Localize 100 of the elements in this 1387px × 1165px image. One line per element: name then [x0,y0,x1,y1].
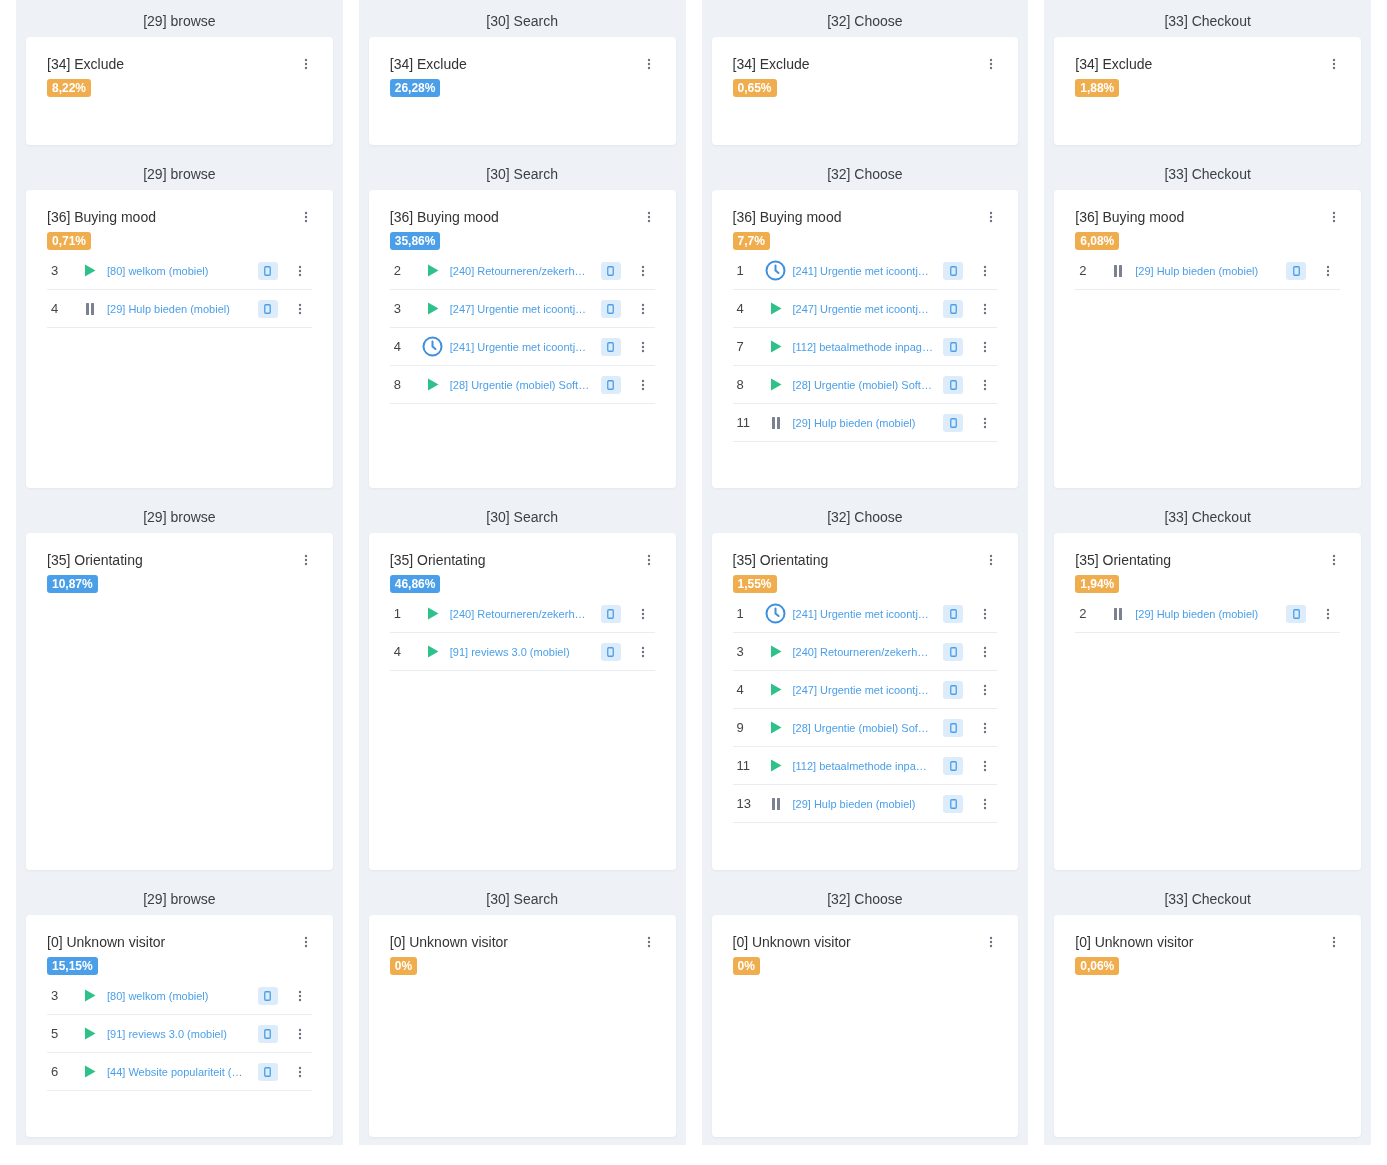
campaign-link[interactable]: [28] Urgentie (mobiel) Sof… [792,720,944,735]
mobile-device-icon [257,261,278,280]
row-options-icon[interactable] [1326,264,1330,277]
more-options-icon[interactable] [989,936,994,948]
row-options-icon[interactable] [297,302,302,315]
more-options-icon[interactable] [646,58,651,70]
stage-title: [29] browse [142,508,217,527]
more-options-icon[interactable] [1332,211,1336,223]
mobile-device-icon [257,299,278,318]
campaign-link[interactable]: [241] Urgentie met icoontj… [449,339,601,354]
step-number: 5 [50,1024,60,1043]
campaign-link[interactable]: [29] Hulp bieden (mobiel) [792,415,944,430]
campaign-link[interactable]: [240] Retourneren/zekerh… [449,263,601,278]
row-options-icon[interactable] [297,1027,302,1040]
more-options-icon[interactable] [646,554,651,566]
row-options-icon[interactable] [640,302,645,315]
campaign-link[interactable]: [29] Hulp bieden (mobiel) [107,301,258,316]
row-options-icon[interactable] [983,645,988,658]
stage-title: [29] browse [142,165,217,184]
percentage-badge: 0,71% [47,232,92,250]
clock-icon[interactable] [765,260,786,281]
step-number: 11 [735,413,751,432]
more-options-icon[interactable] [1332,554,1336,566]
row-options-icon[interactable] [640,340,645,353]
more-options-icon[interactable] [1332,936,1336,948]
more-options-icon[interactable] [303,554,308,566]
more-options-icon[interactable] [989,554,994,566]
segment-title: [36] Buying mood [47,208,156,226]
mobile-device-icon [943,299,964,318]
pause-icon[interactable] [770,416,781,429]
campaign-link[interactable]: [44] Website populariteit (… [107,1064,258,1079]
campaign-link[interactable]: [247] Urgentie met icoontj… [792,301,944,316]
row-options-icon[interactable] [983,264,988,277]
campaign-link[interactable]: [247] Urgentie met icoontj… [792,682,944,697]
segment-title: [34] Exclude [47,55,125,73]
more-options-icon[interactable] [989,58,994,70]
row-options-icon[interactable] [983,416,988,429]
campaign-link[interactable]: [112] betaalmethode inpa… [792,758,944,773]
pause-icon[interactable] [85,302,95,315]
stage-title: [30] Search [485,165,559,184]
stage-title: [32] Choose [826,508,904,527]
campaign-link[interactable]: [240] Retourneren/zekerh… [449,606,601,621]
row-options-icon[interactable] [297,1065,302,1078]
more-options-icon[interactable] [646,936,651,948]
percentage-badge: 8,22% [47,79,92,97]
step-number: 2 [1078,261,1088,280]
row-options-icon[interactable] [983,302,988,315]
percentage-badge: 0% [389,957,418,975]
row-options-icon[interactable] [640,378,645,391]
clock-icon[interactable] [765,603,786,624]
percentage-badge: 26,28% [389,79,441,97]
row-options-icon[interactable] [983,683,988,696]
segment-title: [0] Unknown visitor [1075,933,1194,951]
campaign-link[interactable]: [240] Retourneren/zekerh… [792,644,944,659]
mobile-device-icon [257,1024,278,1043]
campaign-link[interactable]: [241] Urgentie met icoontj… [792,263,944,278]
campaign-link[interactable]: [80] welkom (mobiel) [107,263,258,278]
more-options-icon[interactable] [303,58,308,70]
row-options-icon[interactable] [983,759,988,772]
row-options-icon[interactable] [297,989,302,1002]
percentage-badge: 0,65% [732,79,777,97]
campaign-link[interactable]: [28] Urgentie (mobiel) Soft… [792,377,944,392]
campaign-link[interactable]: [28] Urgentie (mobiel) Soft… [449,377,601,392]
campaign-link[interactable]: [112] betaalmethode inpag… [792,339,944,354]
campaign-link[interactable]: [247] Urgentie met icoontj… [449,301,601,316]
row-options-icon[interactable] [983,607,988,620]
row-options-icon[interactable] [1326,607,1330,620]
row-options-icon[interactable] [640,264,645,277]
segment-title: [35] Orientating [389,551,486,569]
row-options-icon[interactable] [297,264,302,277]
row-options-icon[interactable] [983,378,988,391]
more-options-icon[interactable] [303,936,308,948]
campaign-link[interactable]: [80] welkom (mobiel) [107,988,258,1003]
row-options-icon[interactable] [640,645,645,658]
pause-icon[interactable] [770,797,781,810]
campaign-link[interactable]: [29] Hulp bieden (mobiel) [792,796,944,811]
stage-title: [30] Search [485,508,559,527]
clock-icon[interactable] [422,336,444,357]
segment-title: [0] Unknown visitor [47,933,166,951]
campaign-link[interactable]: [241] Urgentie met icoontj… [792,606,944,621]
stage-title: [29] browse [142,890,217,909]
more-options-icon[interactable] [989,211,994,223]
campaign-link[interactable]: [29] Hulp bieden (mobiel) [1135,606,1286,621]
row-options-icon[interactable] [983,340,988,353]
campaign-link[interactable]: [91] reviews 3.0 (mobiel) [107,1026,258,1041]
row-options-icon[interactable] [983,797,988,810]
campaign-link[interactable]: [91] reviews 3.0 (mobiel) [449,644,601,659]
segment-title: [0] Unknown visitor [732,933,851,951]
more-options-icon[interactable] [303,211,308,223]
campaign-link[interactable]: [29] Hulp bieden (mobiel) [1135,263,1286,278]
row-options-icon[interactable] [640,607,645,620]
more-options-icon[interactable] [1332,58,1336,70]
pause-icon[interactable] [1113,264,1124,277]
step-number: 13 [735,794,752,813]
step-number: 1 [735,604,745,623]
stage-title: [32] Choose [826,890,904,909]
segment-title: [36] Buying mood [1075,208,1185,226]
pause-icon[interactable] [1113,607,1124,620]
more-options-icon[interactable] [646,211,651,223]
row-options-icon[interactable] [983,721,988,734]
